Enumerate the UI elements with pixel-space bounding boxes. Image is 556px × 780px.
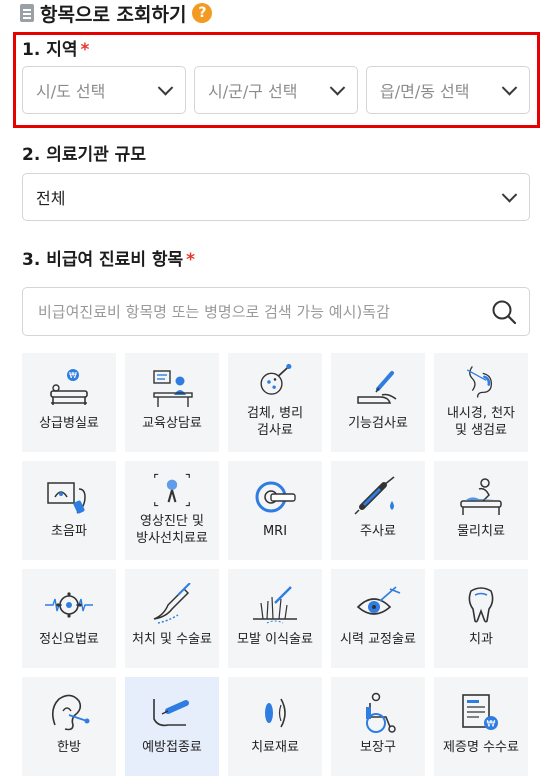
category-label: 치과: [469, 632, 493, 647]
chevron-down-icon: [501, 80, 518, 96]
required-mark: *: [80, 40, 90, 60]
wheelchair-icon: [366, 692, 396, 733]
category-tile-material[interactable]: 치료재료: [228, 677, 322, 776]
category-grid: ₩ 상급병실료 교육상담료 검체, 병리 검사료 기능검사료 내시경, 천자 및…: [22, 353, 532, 776]
category-label: 정신요법료: [39, 632, 99, 647]
category-tile-physio[interactable]: 물리치료: [434, 461, 528, 560]
surgery-icon: [153, 583, 191, 624]
chevron-down-icon: [501, 187, 518, 203]
category-tile-dental[interactable]: 치과: [434, 569, 528, 668]
vaccination-icon: [153, 699, 189, 727]
svg-text:₩: ₩: [69, 371, 77, 380]
help-icon[interactable]: ?: [192, 3, 213, 23]
category-label: 보장구: [360, 740, 396, 755]
item-search-box: [22, 287, 530, 336]
xray-icon: [154, 473, 190, 507]
category-label: 예방접종료: [142, 740, 202, 755]
category-label: 내시경, 천자 및 생검료: [446, 406, 516, 438]
category-tile-room[interactable]: ₩ 상급병실료: [22, 353, 116, 452]
category-tile-psychotherapy[interactable]: 정신요법료: [22, 569, 116, 668]
counseling-icon: [153, 370, 193, 407]
institution-label: 2. 의료기관 규모: [22, 145, 146, 165]
chevron-down-icon: [157, 80, 174, 96]
mri-icon: [255, 481, 296, 513]
category-tile-endoscope[interactable]: 내시경, 천자 및 생검료: [434, 353, 528, 452]
category-tile-vaccination[interactable]: 예방접종료: [125, 677, 219, 776]
category-tile-oriental[interactable]: 한방: [22, 677, 116, 776]
category-tile-eye[interactable]: 시력 교정술료: [331, 569, 425, 668]
province-select[interactable]: 시/도 선택: [22, 66, 186, 114]
category-label: 한방: [57, 740, 81, 755]
category-tile-surgery[interactable]: 처치 및 수술료: [125, 569, 219, 668]
institution-size-select[interactable]: 전체: [22, 173, 530, 221]
specimen-icon: [260, 363, 292, 395]
category-tile-specimen[interactable]: 검체, 병리 검사료: [228, 353, 322, 452]
province-select-placeholder: 시/도 선택: [36, 82, 106, 101]
category-label: 제증명 수수료: [443, 740, 519, 755]
category-label: 주사료: [360, 524, 396, 539]
document-icon: [20, 4, 34, 22]
chevron-down-icon: [329, 80, 346, 96]
region-label-text: 1. 지역: [22, 40, 78, 60]
category-label: 모발 이식술료: [237, 632, 313, 647]
category-label: 물리치료: [457, 524, 505, 539]
hospital-bed-icon: ₩: [50, 369, 88, 405]
category-tile-certificate[interactable]: ₩ 제증명 수수료: [434, 677, 528, 776]
category-label: 영상진단 및 방사선치료료: [136, 514, 208, 546]
district-select-placeholder: 시/군/구 선택: [208, 82, 298, 101]
required-mark: *: [186, 250, 196, 270]
category-tile-function-test[interactable]: 기능검사료: [331, 353, 425, 452]
acupuncture-ear-icon: [51, 694, 90, 731]
category-label: 처치 및 수술료: [131, 632, 213, 647]
category-label: 검체, 병리 검사료: [246, 406, 304, 438]
search-icon[interactable]: [491, 299, 517, 325]
function-test-icon: [357, 371, 397, 404]
town-select-placeholder: 읍/면/동 선택: [380, 82, 470, 101]
item-search-input[interactable]: [36, 301, 480, 322]
category-tile-mri[interactable]: MRI: [228, 461, 322, 560]
category-tile-aids[interactable]: 보장구: [331, 677, 425, 776]
category-tile-hair[interactable]: 모발 이식술료: [228, 569, 322, 668]
page-title: 항목으로 조회하기: [40, 3, 187, 26]
tooth-icon: [468, 587, 494, 623]
category-tile-xray[interactable]: 영상진단 및 방사선치료료: [125, 461, 219, 560]
institution-size-value: 전체: [36, 189, 66, 208]
brain-wave-icon: [45, 592, 93, 618]
category-label: 상급병실료: [39, 416, 99, 431]
items-label: 3. 비급여 진료비 항목 *: [22, 245, 195, 270]
category-tile-ultrasound[interactable]: 초음파: [22, 461, 116, 560]
category-label: 기능검사료: [348, 416, 408, 431]
eye-laser-icon: [356, 586, 401, 615]
items-label-text: 3. 비급여 진료비 항목: [22, 250, 184, 270]
physio-icon: [460, 478, 502, 515]
syringe-icon: [354, 476, 395, 515]
category-tile-counseling[interactable]: 교육상담료: [125, 353, 219, 452]
endoscope-icon: [466, 366, 493, 398]
certificate-icon: ₩: [462, 694, 498, 730]
category-label: MRI: [262, 524, 288, 539]
category-label: 시력 교정술료: [340, 632, 416, 647]
category-label: 교육상담료: [142, 416, 202, 431]
ultrasound-icon: [47, 482, 86, 514]
hair-transplant-icon: [253, 586, 297, 624]
section-header: 항목으로 조회하기 ?: [20, 0, 213, 26]
lens-material-icon: [265, 698, 286, 728]
town-select[interactable]: 읍/면/동 선택: [366, 66, 530, 114]
category-label: 초음파: [51, 524, 87, 539]
region-label: 1. 지역 *: [22, 35, 89, 60]
category-label: 치료재료: [251, 740, 299, 755]
category-tile-injection[interactable]: 주사료: [331, 461, 425, 560]
svg-text:₩: ₩: [487, 720, 496, 730]
district-select[interactable]: 시/군/구 선택: [194, 66, 358, 114]
